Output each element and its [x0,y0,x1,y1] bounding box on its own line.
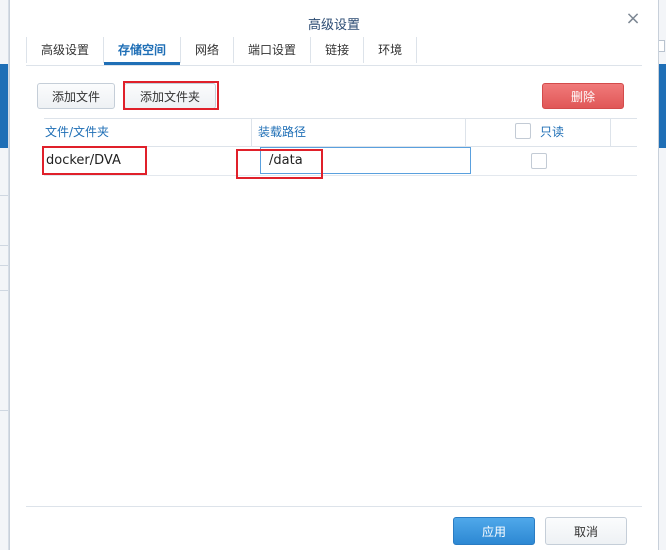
add-file-button[interactable]: 添加文件 [37,83,115,109]
background-divider [0,410,8,411]
background-blue-banner [658,64,666,148]
background-divider [0,245,8,246]
tab-advanced-settings[interactable]: 高级设置 [26,37,105,63]
column-header-file-folder[interactable]: 文件/文件夹 [10,119,260,146]
background-divider [0,290,8,291]
background-blue-banner [0,64,8,148]
tab-divider [26,65,642,66]
background-window-left [0,0,9,550]
tab-storage[interactable]: 存储空间 [104,37,182,65]
tab-port-settings[interactable]: 端口设置 [234,37,312,63]
table-row[interactable]: docker/DVA /data [44,147,637,176]
advanced-settings-dialog: 高级设置 × 高级设置 存储空间 网络 端口设置 链接 环境 添加文件 添加文件… [9,0,659,550]
column-header-mount-path[interactable]: 装载路径 [252,119,466,146]
column-divider [465,119,466,146]
apply-button[interactable]: 应用 [453,517,535,545]
column-divider [610,119,611,146]
delete-button[interactable]: 删除 [542,83,624,109]
mount-path-input[interactable]: /data [260,147,471,174]
dialog-title: 高级设置 [307,18,360,33]
cancel-button[interactable]: 取消 [545,517,627,545]
background-divider [0,195,8,196]
read-only-checkbox[interactable] [531,153,547,169]
tab-links[interactable]: 链接 [311,37,365,63]
tab-network[interactable]: 网络 [181,37,235,63]
dialog-title-bar: 高级设置 × [10,0,658,38]
storage-volume-table: 文件/文件夹 装载路径 只读 docker/DVA /data [44,118,637,176]
add-folder-button[interactable]: 添加文件夹 [124,83,216,109]
tab-bar: 高级设置 存储空间 网络 端口设置 链接 环境 [26,37,418,65]
background-divider [0,265,8,266]
read-only-select-all-checkbox[interactable] [515,123,531,139]
tab-environment[interactable]: 环境 [364,37,418,63]
column-header-read-only[interactable]: 只读 [534,119,614,146]
footer-divider [26,506,642,507]
file-folder-cell: docker/DVA [46,153,121,168]
close-icon[interactable]: × [624,10,642,28]
table-header: 文件/文件夹 装载路径 只读 [44,118,637,147]
